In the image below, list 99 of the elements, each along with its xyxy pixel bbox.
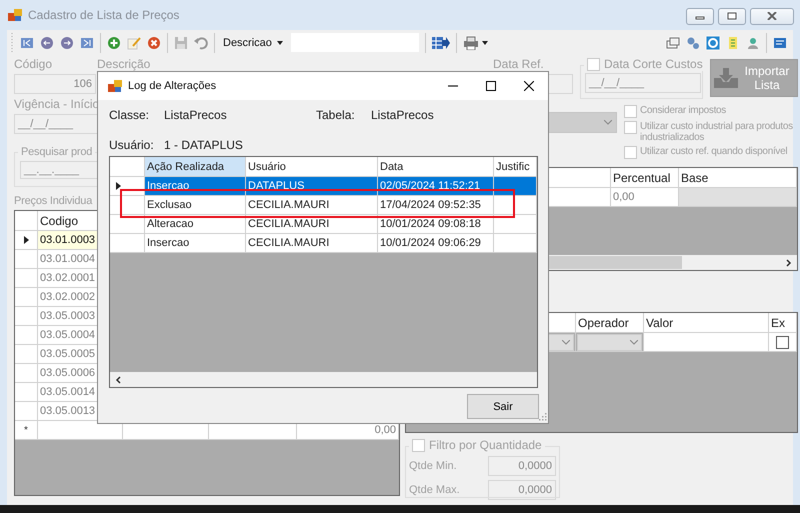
checkbox-label: Utilizar custo industrial para produtos industrializados — [640, 121, 794, 143]
chevron-icon — [562, 340, 570, 345]
column-header[interactable]: Ex — [769, 313, 797, 333]
table-cell: CECILIA.MAURI — [246, 196, 378, 215]
row-header — [15, 326, 38, 345]
close-icon — [767, 12, 777, 20]
close-icon — [524, 81, 534, 91]
row-header — [15, 364, 38, 383]
checkbox-label: Filtro por Quantidade — [429, 438, 542, 452]
table-cell: Insercao — [145, 234, 246, 253]
horizontal-scrollbar[interactable] — [110, 372, 537, 387]
refresh-icon[interactable] — [706, 36, 720, 50]
row-pointer-icon — [24, 236, 28, 244]
caret-icon — [276, 40, 283, 44]
resize-grip-icon — [539, 413, 547, 421]
save-icon[interactable] — [174, 36, 188, 50]
table-row[interactable]: Exclusao CECILIA.MAURI 17/04/2024 09:52:35 — [110, 196, 537, 215]
caret-icon — [482, 40, 488, 44]
row-header — [15, 269, 38, 288]
undo-icon[interactable] — [194, 36, 208, 50]
previous-icon[interactable] — [40, 36, 54, 50]
field-label: Classe: — [109, 108, 150, 122]
table-cell — [494, 196, 537, 215]
field-value: ListaPrecos — [164, 108, 228, 122]
maximize-icon — [486, 81, 496, 91]
chevron-icon — [604, 120, 612, 125]
table-cell — [494, 234, 537, 253]
field-label: Descrição — [97, 57, 150, 71]
document-icon[interactable] — [726, 36, 740, 50]
grid-export-icon[interactable] — [432, 36, 450, 50]
chevron-icon — [630, 340, 638, 345]
field-label: Código — [14, 57, 52, 71]
row-header — [15, 383, 38, 402]
group-label: Pesquisar prod — [18, 144, 96, 160]
scroll-left-icon[interactable] — [115, 376, 121, 384]
column-header[interactable]: Valor — [644, 313, 769, 333]
field-label: Qtde Max. — [409, 484, 460, 496]
row-header — [110, 234, 145, 253]
table-cell: 10/01/2024 09:06:29 — [378, 234, 494, 253]
row-header — [15, 288, 38, 307]
panel-icon[interactable] — [773, 36, 787, 50]
row-header — [110, 196, 145, 215]
row-header — [15, 345, 38, 364]
exit-button[interactable]: Sair — [467, 394, 539, 419]
field-label: Data Ref. — [493, 57, 544, 71]
section-label: Preços Individua — [14, 194, 92, 209]
table-cell: 17/04/2024 09:52:35 — [378, 196, 494, 215]
grip-icon — [11, 32, 14, 54]
minimize-button[interactable] — [686, 8, 714, 24]
table-row[interactable]: Insercao DATAPLUS 02/05/2024 11:52:21 — [110, 177, 537, 196]
field-dropdown[interactable]: Descricao — [221, 36, 285, 48]
field-value: 1 - DATAPLUS — [164, 138, 243, 152]
table-cell[interactable] — [644, 333, 769, 352]
table-cell: CECILIA.MAURI — [246, 234, 378, 253]
tray-download-icon — [714, 68, 738, 88]
column-header[interactable]: Operador — [576, 313, 644, 333]
field-label: Tabela: — [316, 108, 356, 122]
window-title: Cadastro de Lista de Preços — [28, 8, 180, 22]
table-row[interactable]: Alteracao CECILIA.MAURI 10/01/2024 09:08:18 — [110, 215, 537, 234]
field-label: Qtde Min. — [409, 460, 457, 472]
restore-icon — [727, 12, 737, 20]
scroll-right-icon[interactable] — [786, 258, 792, 266]
restore-button[interactable] — [718, 8, 746, 24]
app-icon — [8, 8, 22, 22]
column-header[interactable]: Percentual — [611, 168, 679, 188]
first-record-icon[interactable] — [20, 36, 34, 50]
table-cell: 0,00 — [611, 188, 679, 207]
column-header[interactable]: Data — [378, 157, 494, 177]
row-header — [15, 307, 38, 326]
row-header — [110, 157, 145, 177]
column-header[interactable]: Ação Realizada — [145, 157, 246, 177]
checkbox-label: Data Corte Custos — [604, 57, 703, 71]
edit-icon[interactable] — [127, 36, 141, 50]
add-icon[interactable] — [107, 36, 121, 50]
windows-icon[interactable] — [666, 36, 680, 50]
field-label: Usuário: — [109, 138, 155, 152]
new-row-marker: * — [24, 424, 28, 438]
table-cell: Exclusao — [145, 196, 246, 215]
scrollbar-thumb[interactable] — [546, 256, 682, 269]
field-value: ListaPrecos — [371, 108, 434, 122]
table-cell — [494, 215, 537, 234]
app-icon — [108, 79, 122, 93]
printer-icon — [462, 36, 479, 50]
delete-icon[interactable] — [147, 36, 161, 50]
row-pointer-icon — [116, 182, 121, 190]
next-icon[interactable] — [60, 36, 74, 50]
row-header — [110, 215, 145, 234]
print-button[interactable] — [462, 36, 488, 50]
dialog-title: Log de Alterações — [128, 80, 216, 92]
key-icon[interactable] — [686, 36, 700, 50]
column-header[interactable]: Usuário — [246, 157, 378, 177]
checkbox-label: Considerar impostos — [640, 105, 728, 116]
column-header[interactable]: Base — [679, 168, 797, 188]
last-record-icon[interactable] — [80, 36, 94, 50]
user-icon[interactable] — [746, 36, 760, 50]
table-row[interactable]: Insercao CECILIA.MAURI 10/01/2024 09:06:29 — [110, 234, 537, 253]
column-header[interactable]: Justific — [494, 157, 537, 177]
checkbox[interactable] — [776, 336, 789, 348]
checkbox-label: Utilizar custo ref. quando disponível — [640, 146, 788, 157]
